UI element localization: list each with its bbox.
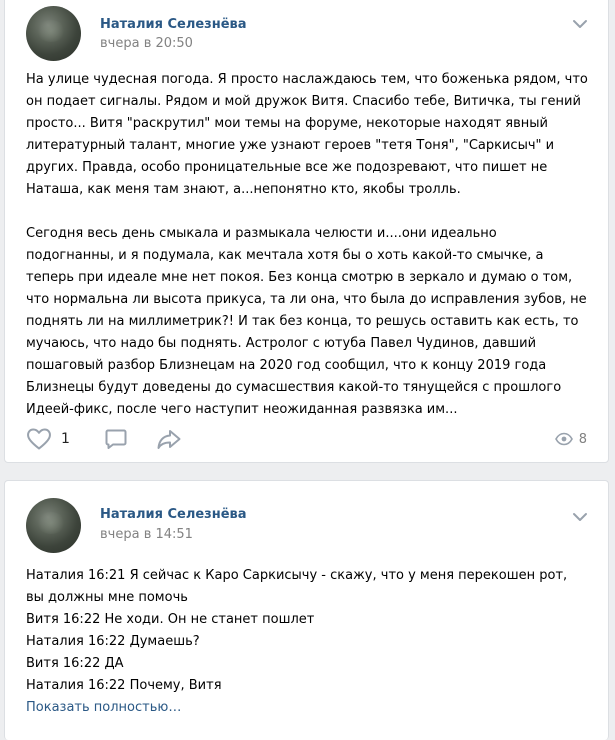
author-avatar[interactable] bbox=[26, 6, 81, 61]
heart-icon bbox=[27, 428, 51, 450]
chevron-down-icon[interactable] bbox=[572, 19, 588, 29]
like-count: 1 bbox=[61, 431, 70, 447]
message-line: Витя 16:22 ДА bbox=[26, 656, 124, 671]
post-text: На улице чудесная погода. Я просто насла… bbox=[26, 69, 588, 421]
post-paragraph: На улице чудесная погода. Я просто насла… bbox=[26, 72, 588, 197]
author-name[interactable]: Наталия Селезнёва bbox=[100, 507, 247, 522]
message-line: Наталия 16:21 Я сейчас к Каро Саркисычу … bbox=[26, 568, 568, 605]
message-line: Наталия 16:22 Почему, Витя bbox=[26, 678, 222, 693]
eye-icon bbox=[554, 432, 573, 446]
author-name[interactable]: Наталия Селезнёва bbox=[100, 17, 247, 32]
post-time[interactable]: вчера в 14:51 bbox=[100, 527, 193, 542]
post-actions: 1 8 bbox=[26, 426, 587, 452]
views-count: 8 bbox=[578, 431, 587, 447]
post-card: Наталия Селезнёва вчера в 20:50 На улице… bbox=[4, 0, 609, 463]
share-button[interactable] bbox=[156, 426, 182, 452]
like-button[interactable]: 1 bbox=[26, 426, 70, 452]
comment-icon bbox=[105, 429, 127, 449]
chevron-down-icon[interactable] bbox=[572, 512, 588, 522]
message-line: Наталия 16:22 Думаешь? bbox=[26, 634, 200, 649]
message-line: Витя 16:22 Не ходи. Он не станет пошлет bbox=[26, 612, 315, 627]
post-text: Наталия 16:21 Я сейчас к Каро Саркисычу … bbox=[26, 565, 588, 719]
views-counter: 8 bbox=[554, 426, 587, 452]
post-paragraph: Сегодня весь день смыкала и размыкала че… bbox=[26, 226, 587, 417]
comment-button[interactable] bbox=[104, 426, 128, 452]
author-avatar[interactable] bbox=[26, 498, 81, 553]
show-more-link[interactable]: Показать полностью… bbox=[26, 697, 588, 719]
share-icon bbox=[157, 430, 181, 449]
post-card: Наталия Селезнёва вчера в 14:51 Наталия … bbox=[4, 480, 609, 740]
post-time[interactable]: вчера в 20:50 bbox=[100, 36, 193, 51]
